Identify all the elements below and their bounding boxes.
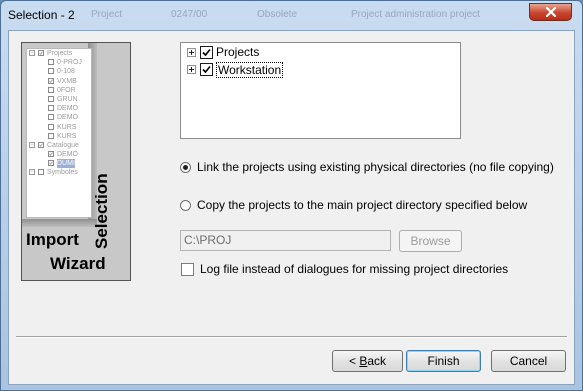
mini-tree-label: DEMO (57, 151, 78, 159)
mini-checkbox (48, 59, 54, 66)
mini-tree-label: KURS (57, 123, 77, 131)
expand-icon[interactable] (187, 65, 196, 74)
tree-checkbox[interactable] (200, 63, 213, 76)
mini-tree-label: 0FOR (57, 86, 76, 94)
mini-checkbox (38, 50, 44, 56)
mini-checkbox (48, 132, 54, 139)
mini-tree-label: DUMI (57, 159, 75, 169)
selection-caption: Selection (92, 173, 111, 249)
ghost-title-text: 0247/00 (171, 9, 208, 20)
close-icon (545, 7, 556, 17)
checkmark-icon (202, 65, 211, 74)
link-option-label[interactable]: Link the projects using existing physica… (197, 160, 554, 174)
mini-tree-label: 0-108 (57, 68, 75, 76)
finish-button[interactable]: Finish (406, 350, 481, 372)
tree-item-label[interactable]: Workstation (216, 62, 284, 78)
mini-checkbox (48, 68, 54, 75)
checkmark-icon (202, 48, 211, 57)
wizard-caption: Wizard (50, 254, 106, 273)
mini-tree-row: − Projects (27, 49, 91, 58)
mini-tree-row: − Catalogue (27, 141, 91, 150)
mini-tree-label: Symboles (47, 169, 78, 177)
mini-checkbox (48, 160, 54, 167)
mini-tree-row: KURS (27, 123, 91, 132)
mini-checkbox (38, 141, 44, 148)
mini-tree-row: 0-PROJ (27, 58, 91, 67)
browse-button[interactable]: Browse (399, 230, 462, 252)
mini-checkbox (48, 95, 54, 102)
mini-tree-row: VXMB (27, 77, 91, 86)
footer-separator (16, 336, 567, 338)
window-title: Selection - 2 (8, 8, 75, 22)
mini-tree-label: 0-PROJ (57, 59, 82, 67)
mini-tree-label: GRUN (57, 95, 78, 103)
copy-option-label[interactable]: Copy the projects to the main project di… (197, 198, 527, 212)
mini-tree-label: KURS (57, 132, 77, 140)
back-button[interactable]: < Back (332, 350, 403, 372)
mini-tree-label: Projects (47, 50, 73, 57)
mini-tree-row: KURS (27, 132, 91, 141)
mini-expand-icon: − (29, 141, 35, 148)
mini-checkbox (48, 114, 54, 121)
mini-tree-row: 0-108 (27, 67, 91, 76)
mini-checkbox (48, 105, 54, 112)
cancel-button[interactable]: Cancel (491, 350, 566, 372)
import-wizard-graphic: − Projects 0-PROJ 0-108 VXMB 0FOR GRUN DEMO DEMO… (21, 42, 131, 281)
mini-tree-row: GRUN (27, 95, 91, 104)
ghost-title-text: Obsolete (257, 9, 298, 20)
mini-tree-row: DEMO (27, 113, 91, 122)
mini-tree-row: DEMO (27, 150, 91, 159)
copy-radio[interactable] (180, 200, 191, 211)
mini-tree-preview: − Projects 0-PROJ 0-108 VXMB 0FOR GRUN DEMO DEMO… (26, 48, 92, 218)
project-path-field[interactable]: C:\PROJ (180, 230, 391, 251)
project-tree[interactable]: Projects Workstation (180, 42, 461, 139)
mini-tree-label: DEMO (57, 105, 78, 113)
mini-tree-row: − Symboles (27, 168, 91, 177)
wizard-window: Selection - 2 Project 0247/00 Obsolete P… (0, 0, 583, 391)
mini-expand-icon: − (29, 169, 35, 176)
mini-checkbox (48, 86, 54, 93)
mini-checkbox (48, 77, 54, 84)
mini-tree-label: VXMB (57, 77, 77, 85)
link-radio[interactable] (180, 162, 191, 173)
mini-tree-row: DEMO (27, 104, 91, 113)
graphic-shadow (22, 219, 97, 227)
mini-tree-label: Catalogue (47, 141, 79, 149)
mini-tree-row: DUMI (27, 159, 91, 169)
mini-expand-icon: − (29, 50, 35, 56)
expand-icon[interactable] (187, 48, 196, 57)
tree-checkbox[interactable] (200, 46, 213, 59)
mini-tree-label: DEMO (57, 114, 78, 122)
import-caption: Import (26, 230, 79, 249)
mini-checkbox (48, 123, 54, 130)
ghost-title-text: Project (91, 9, 123, 20)
log-file-label[interactable]: Log file instead of dialogues for missin… (200, 262, 508, 276)
log-file-checkbox[interactable] (181, 263, 194, 276)
mini-checkbox (38, 169, 44, 176)
mini-tree-row: 0FOR (27, 86, 91, 95)
title-bar[interactable]: Selection - 2 Project 0247/00 Obsolete P… (1, 1, 582, 29)
close-button[interactable] (529, 3, 572, 21)
tree-item-label[interactable]: Projects (216, 45, 259, 59)
dialog-client-area: − Projects 0-PROJ 0-108 VXMB 0FOR GRUN DEMO DEMO… (8, 30, 575, 385)
ghost-title-text: Project administration project (351, 9, 480, 20)
back-button-label: < Back (348, 354, 387, 368)
mini-checkbox (48, 151, 54, 158)
